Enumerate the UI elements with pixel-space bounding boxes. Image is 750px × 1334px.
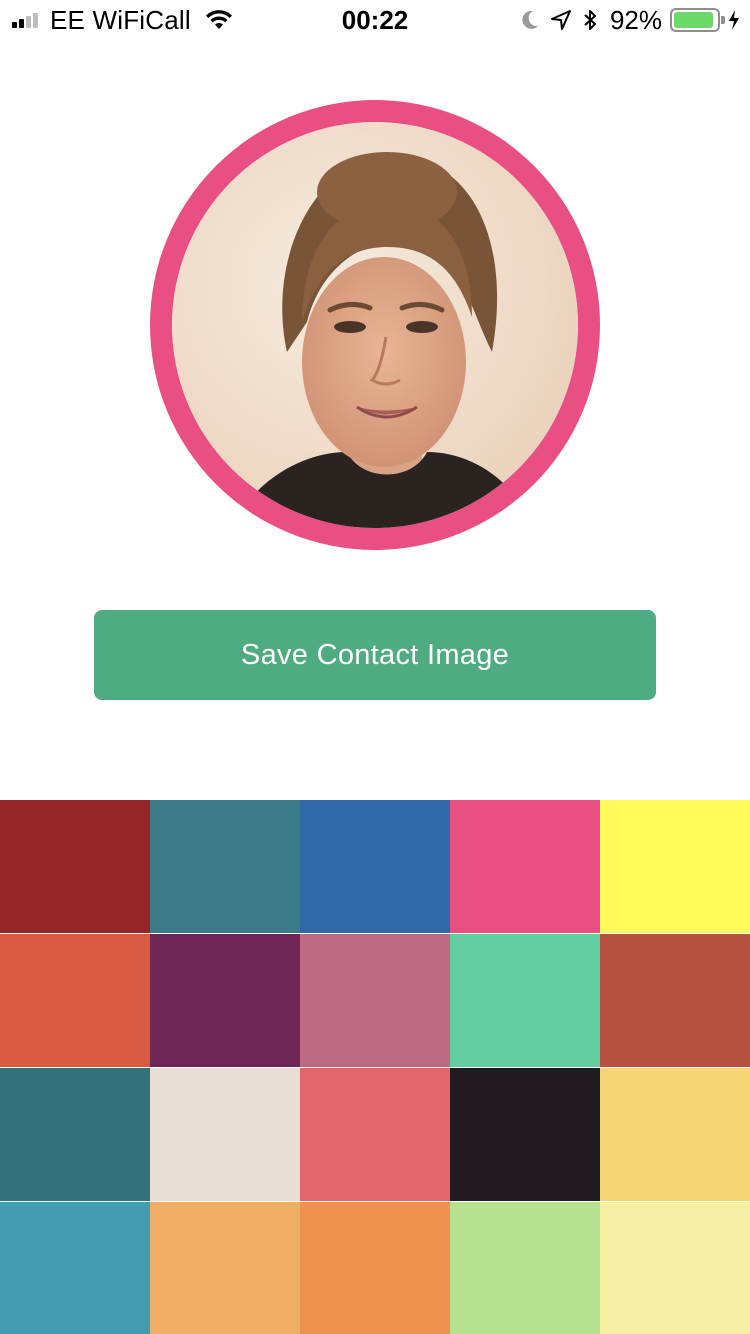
contact-avatar[interactable] — [150, 100, 600, 550]
color-swatch[interactable] — [150, 800, 300, 933]
color-swatch[interactable] — [0, 934, 150, 1067]
moon-icon — [520, 9, 540, 31]
location-arrow-icon — [550, 9, 572, 31]
status-bar: EE WiFiCall 00:22 92% — [0, 0, 750, 40]
color-swatch[interactable] — [600, 934, 750, 1067]
color-swatch[interactable] — [600, 800, 750, 933]
color-swatch[interactable] — [150, 934, 300, 1067]
save-contact-image-button[interactable]: Save Contact Image — [94, 610, 656, 700]
color-swatch[interactable] — [600, 1068, 750, 1201]
color-swatch[interactable] — [150, 1068, 300, 1201]
color-swatch[interactable] — [300, 934, 450, 1067]
color-swatch[interactable] — [0, 1202, 150, 1334]
color-swatch[interactable] — [600, 1202, 750, 1334]
charging-bolt-icon — [728, 9, 740, 31]
color-swatch[interactable] — [150, 1202, 300, 1334]
color-swatch[interactable] — [450, 934, 600, 1067]
color-swatch[interactable] — [300, 800, 450, 933]
color-swatch[interactable] — [0, 1068, 150, 1201]
color-swatch[interactable] — [300, 1068, 450, 1201]
contact-photo — [172, 122, 578, 528]
color-swatch[interactable] — [0, 800, 150, 933]
color-swatch[interactable] — [450, 800, 600, 933]
save-contact-image-label: Save Contact Image — [240, 638, 510, 671]
color-swatch[interactable] — [450, 1068, 600, 1201]
color-swatch[interactable] — [450, 1202, 600, 1334]
battery-percent: 92% — [609, 4, 662, 35]
battery-level-fill — [674, 12, 713, 28]
status-bar-right: 92% — [510, 4, 740, 35]
bluetooth-icon — [582, 8, 598, 32]
battery-icon — [670, 8, 725, 32]
color-swatch-grid — [0, 800, 750, 1334]
color-swatch[interactable] — [300, 1202, 450, 1334]
